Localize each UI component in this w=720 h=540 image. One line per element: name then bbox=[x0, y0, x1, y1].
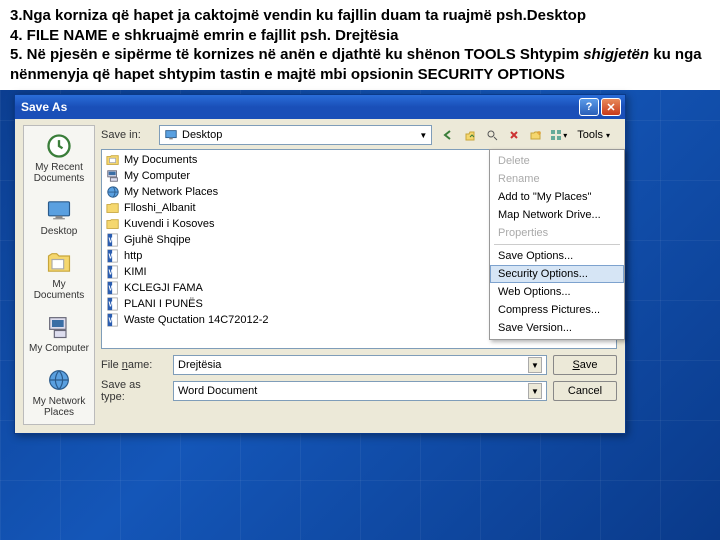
save-button[interactable]: Save bbox=[553, 355, 617, 375]
chevron-down-icon: ▼ bbox=[419, 131, 427, 140]
save-in-label: Save in: bbox=[101, 129, 153, 141]
place-recent[interactable]: My Recent Documents bbox=[24, 126, 94, 190]
file-name: http bbox=[124, 250, 142, 262]
file-name: KCLEGJI FAMA bbox=[124, 282, 203, 294]
views-button[interactable]: ▾ bbox=[548, 125, 568, 145]
back-icon bbox=[441, 128, 455, 142]
place-network[interactable]: My Network Places bbox=[24, 360, 94, 424]
network-icon bbox=[45, 366, 73, 394]
savetype-combo[interactable]: Word Document ▼ bbox=[173, 381, 547, 401]
svg-text:W: W bbox=[109, 270, 116, 277]
back-button[interactable] bbox=[438, 125, 458, 145]
menu-item[interactable]: Save Options... bbox=[490, 247, 624, 265]
menu-item[interactable]: Compress Pictures... bbox=[490, 301, 624, 319]
svg-text:W: W bbox=[109, 286, 116, 293]
delete-button[interactable] bbox=[504, 125, 524, 145]
menu-item: Delete bbox=[490, 152, 624, 170]
svg-text:W: W bbox=[109, 302, 116, 309]
places-bar: My Recent Documents Desktop My Documents… bbox=[23, 125, 95, 425]
filename-label: File name: bbox=[101, 359, 167, 371]
menu-item: Properties bbox=[490, 224, 624, 242]
search-button[interactable] bbox=[482, 125, 502, 145]
svg-text:W: W bbox=[109, 318, 116, 325]
up-button[interactable] bbox=[460, 125, 480, 145]
file-name: My Network Places bbox=[124, 186, 218, 198]
chevron-down-icon[interactable]: ▼ bbox=[528, 383, 542, 399]
place-mycomp[interactable]: My Computer bbox=[24, 307, 94, 360]
file-name: My Computer bbox=[124, 170, 190, 182]
filename-input[interactable]: Drejtësia ▼ bbox=[173, 355, 547, 375]
place-label: My Computer bbox=[29, 343, 89, 354]
delete-icon bbox=[507, 128, 521, 142]
file-name: PLANI I PUNËS bbox=[124, 298, 203, 310]
recent-icon bbox=[45, 132, 73, 160]
help-button[interactable]: ? bbox=[579, 98, 599, 116]
menu-item[interactable]: Web Options... bbox=[490, 283, 624, 301]
menu-item[interactable]: Security Options... bbox=[490, 265, 624, 283]
file-name: Waste Quctation 14C72012-2 bbox=[124, 314, 269, 326]
search-icon bbox=[485, 128, 499, 142]
instruction-text: 3.Nga korniza që hapet ja caktojmë vendi… bbox=[0, 0, 720, 90]
views-icon bbox=[549, 128, 563, 142]
savetype-value: Word Document bbox=[178, 385, 257, 397]
place-label: My Network Places bbox=[26, 396, 92, 418]
place-label: My Recent Documents bbox=[26, 162, 92, 184]
close-button[interactable]: ✕ bbox=[601, 98, 621, 116]
file-name: Kuvendi i Kosoves bbox=[124, 218, 215, 230]
chevron-down-icon[interactable]: ▼ bbox=[528, 357, 542, 373]
file-name: KIMI bbox=[124, 266, 147, 278]
menu-separator bbox=[494, 244, 620, 245]
place-desktop[interactable]: Desktop bbox=[24, 190, 94, 243]
up-icon bbox=[463, 128, 477, 142]
newfolder-icon bbox=[529, 128, 543, 142]
svg-text:W: W bbox=[109, 238, 116, 245]
computer-icon bbox=[45, 313, 73, 341]
dialog-title: Save As bbox=[21, 100, 577, 114]
tools-menu: DeleteRenameAdd to "My Places"Map Networ… bbox=[489, 149, 625, 340]
menu-item[interactable]: Map Network Drive... bbox=[490, 206, 624, 224]
place-label: Desktop bbox=[41, 226, 78, 237]
place-mydocs[interactable]: My Documents bbox=[24, 243, 94, 307]
file-name: Gjuhë Shqipe bbox=[124, 234, 191, 246]
menu-item: Rename bbox=[490, 170, 624, 188]
save-in-combo[interactable]: Desktop ▼ bbox=[159, 125, 432, 145]
file-name: Flloshi_Albanit bbox=[124, 202, 196, 214]
tools-label: Tools bbox=[577, 129, 603, 141]
menu-item[interactable]: Add to "My Places" bbox=[490, 188, 624, 206]
chevron-down-icon: ▾ bbox=[606, 131, 610, 140]
desktop-icon bbox=[45, 196, 73, 224]
svg-text:W: W bbox=[109, 254, 116, 261]
desktop-small-icon bbox=[164, 128, 178, 142]
save-as-dialog: Save As ? ✕ My Recent Documents Desktop … bbox=[14, 94, 626, 434]
filename-value: Drejtësia bbox=[178, 359, 221, 371]
menu-item[interactable]: Save Version... bbox=[490, 319, 624, 337]
tools-button[interactable]: Tools▾ bbox=[570, 125, 617, 145]
save-in-value: Desktop bbox=[182, 129, 222, 141]
savetype-label: Save as type: bbox=[101, 379, 167, 403]
file-name: My Documents bbox=[124, 154, 197, 166]
titlebar: Save As ? ✕ bbox=[15, 95, 625, 119]
chevron-down-icon: ▾ bbox=[563, 131, 567, 140]
mydocs-icon bbox=[45, 249, 73, 277]
cancel-button[interactable]: Cancel bbox=[553, 381, 617, 401]
new-folder-button[interactable] bbox=[526, 125, 546, 145]
place-label: My Documents bbox=[26, 279, 92, 301]
